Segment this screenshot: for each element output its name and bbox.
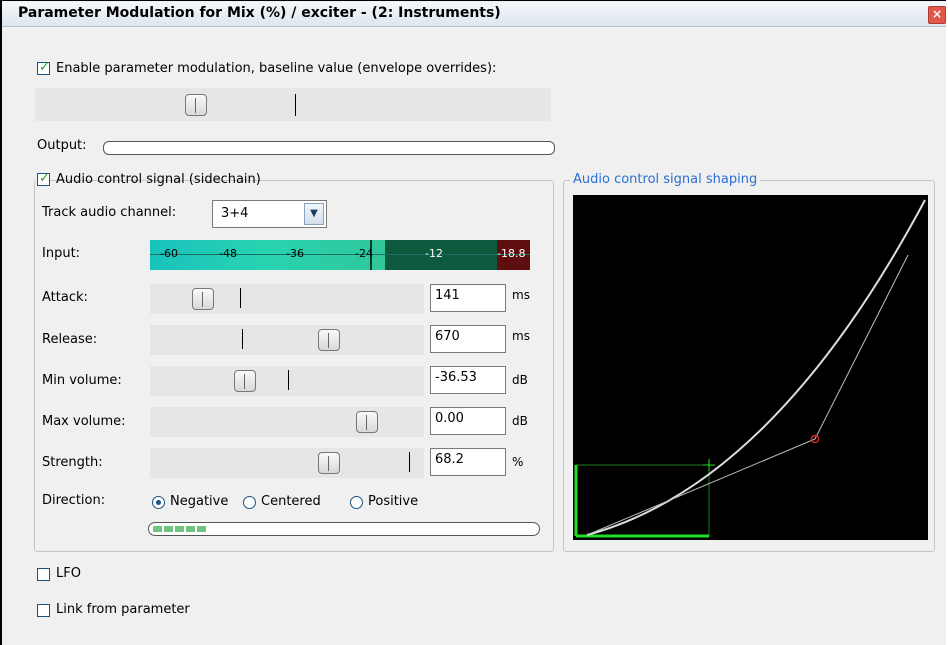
input-meter-baseline xyxy=(150,254,530,255)
link-parameter-checkbox[interactable] xyxy=(37,604,50,617)
input-tick: -36 xyxy=(286,247,304,260)
direction-positive-radio[interactable] xyxy=(350,496,363,509)
audio-control-header: ✓ Audio control signal (sidechain) xyxy=(36,171,261,189)
track-channel-label: Track audio channel: xyxy=(42,205,177,220)
baseline-slider-thumb[interactable] xyxy=(185,94,207,116)
release-slider-thumb[interactable] xyxy=(318,329,340,351)
direction-positive-label[interactable]: Positive xyxy=(368,494,418,509)
track-channel-select[interactable]: 3+4 ▼ xyxy=(212,200,327,228)
audio-control-checkbox[interactable]: ✓ xyxy=(37,171,50,186)
direction-label: Direction: xyxy=(42,493,106,508)
input-tick: -60 xyxy=(160,247,178,260)
chevron-down-icon[interactable]: ▼ xyxy=(304,203,324,225)
direction-centered-radio[interactable] xyxy=(243,496,256,509)
release-label: Release: xyxy=(42,332,98,347)
release-input[interactable]: 670 xyxy=(430,325,506,353)
baseline-slider-marker xyxy=(295,94,296,116)
audio-control-label: Audio control signal (sidechain) xyxy=(56,172,261,187)
window-title: Parameter Modulation for Mix (%) / excit… xyxy=(18,5,501,21)
input-label: Input: xyxy=(42,246,81,261)
output-label: Output: xyxy=(37,138,87,153)
min-volume-slider-thumb[interactable] xyxy=(234,370,256,392)
strength-unit: % xyxy=(512,455,524,469)
min-volume-slider[interactable] xyxy=(150,366,424,396)
shaping-label: Audio control signal shaping xyxy=(570,172,761,187)
min-volume-input[interactable]: -36.53 xyxy=(430,366,506,394)
strength-slider-thumb[interactable] xyxy=(318,452,340,474)
attack-slider-marker xyxy=(240,288,241,308)
attack-input[interactable]: 141 xyxy=(430,284,506,312)
release-unit: ms xyxy=(512,329,530,343)
max-volume-label: Max volume: xyxy=(42,414,126,429)
check-icon: ✓ xyxy=(39,60,50,75)
direction-negative-radio[interactable] xyxy=(152,496,165,509)
attack-label: Attack: xyxy=(42,290,88,305)
input-tick: -12 xyxy=(425,247,443,260)
title-bar[interactable]: Parameter Modulation for Mix (%) / excit… xyxy=(2,2,946,27)
input-meter-level xyxy=(150,240,385,270)
attack-slider[interactable] xyxy=(150,284,424,314)
attack-slider-thumb[interactable] xyxy=(192,288,214,310)
enable-modulation-label: Enable parameter modulation, baseline va… xyxy=(56,61,497,76)
direction-negative-label[interactable]: Negative xyxy=(170,494,228,509)
release-slider[interactable] xyxy=(150,325,424,355)
strength-label: Strength: xyxy=(42,455,103,470)
check-icon: ✓ xyxy=(39,171,50,186)
max-volume-input[interactable]: 0.00 xyxy=(430,407,506,435)
direction-centered-label[interactable]: Centered xyxy=(261,494,321,509)
max-volume-slider-thumb[interactable] xyxy=(356,411,378,433)
strength-slider[interactable] xyxy=(150,448,424,478)
max-volume-slider[interactable] xyxy=(150,407,424,437)
input-tick: -24 xyxy=(355,247,373,260)
min-volume-slider-marker xyxy=(288,370,289,390)
input-meter: -60 -48 -36 -24 -12 -18.8 xyxy=(150,240,530,270)
max-volume-unit: dB xyxy=(512,414,528,428)
enable-modulation-checkbox[interactable]: ✓ xyxy=(37,60,50,75)
input-peak: -18.8 xyxy=(497,247,526,260)
strength-slider-marker xyxy=(409,452,410,472)
link-parameter-label: Link from parameter xyxy=(56,602,190,617)
baseline-slider[interactable] xyxy=(35,88,551,121)
attack-unit: ms xyxy=(512,288,530,302)
modulation-output-meter xyxy=(148,522,540,536)
track-channel-value: 3+4 xyxy=(221,206,249,221)
close-icon[interactable]: × xyxy=(928,6,946,24)
output-meter xyxy=(103,141,555,155)
min-volume-unit: dB xyxy=(512,373,528,387)
strength-input[interactable]: 68.2 xyxy=(430,448,506,476)
input-tick: -48 xyxy=(219,247,237,260)
modulation-output-level xyxy=(153,526,207,532)
shaping-graph[interactable] xyxy=(573,195,928,540)
release-slider-marker xyxy=(242,329,243,349)
lfo-checkbox[interactable] xyxy=(37,568,50,581)
shaping-curve-graphic xyxy=(573,195,928,540)
min-volume-label: Min volume: xyxy=(42,373,122,388)
lfo-label: LFO xyxy=(56,566,81,581)
